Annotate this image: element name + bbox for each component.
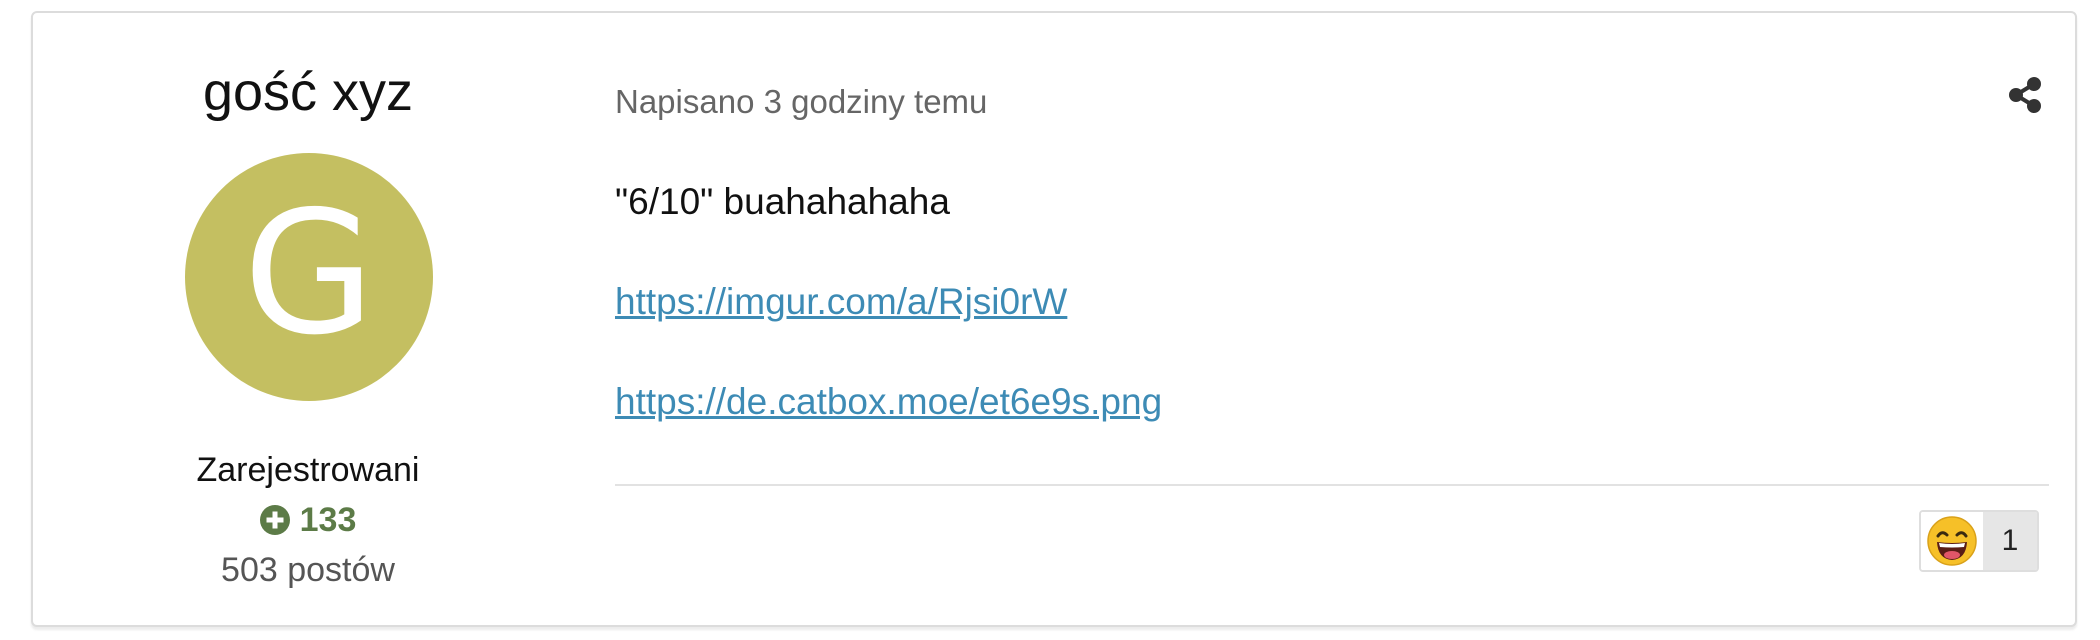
reputation-badge: 133 xyxy=(33,503,583,537)
post-text: "6/10" buahahahaha xyxy=(615,181,950,222)
laughing-face-emoji-icon xyxy=(1921,512,1983,570)
post-content: Napisano 3 godziny temu "6/10" buahahaha… xyxy=(583,13,2079,625)
reputation-value: 133 xyxy=(299,501,357,539)
plus-circle-icon xyxy=(259,505,290,535)
avatar-letter: G xyxy=(243,175,375,373)
post-card: gość xyz G Zarejestrowani 133 503 postów… xyxy=(31,11,2077,627)
post-timestamp[interactable]: Napisano 3 godziny temu xyxy=(615,85,987,118)
post-link[interactable]: https://imgur.com/a/Rjsi0rW xyxy=(615,283,1067,320)
author-name[interactable]: gość xyz xyxy=(33,65,583,119)
post-body: "6/10" buahahahaha https://imgur.com/a/R… xyxy=(615,183,2015,483)
post-count: 503 postów xyxy=(221,551,395,589)
share-icon[interactable] xyxy=(2005,75,2045,115)
reaction-count: 1 xyxy=(1983,512,2037,570)
avatar[interactable]: G xyxy=(185,153,433,401)
reaction-button[interactable]: 1 xyxy=(1919,510,2039,572)
author-panel: gość xyz G Zarejestrowani 133 503 postów xyxy=(33,13,583,625)
divider xyxy=(615,484,2049,486)
post-link[interactable]: https://de.catbox.moe/et6e9s.png xyxy=(615,383,1162,420)
author-group: Zarejestrowani xyxy=(196,451,420,489)
